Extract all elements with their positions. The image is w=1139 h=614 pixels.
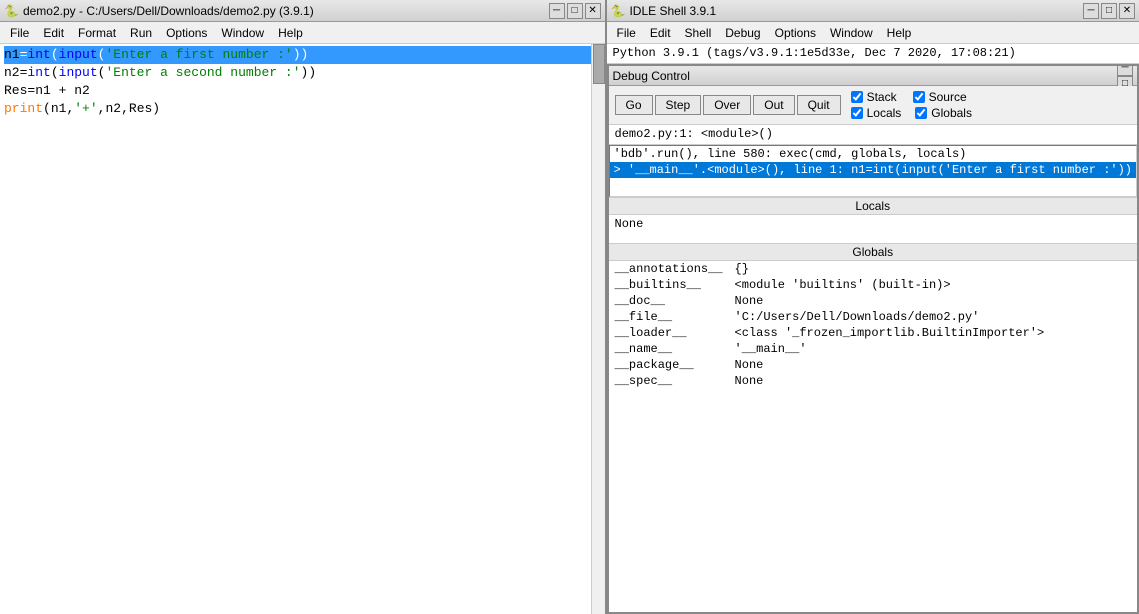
globals-value-2: None	[729, 293, 1137, 309]
globals-value-0: {}	[729, 261, 1137, 277]
globals-row-4: __loader__<class '_frozen_importlib.Buil…	[609, 325, 1137, 341]
globals-row-2: __doc__None	[609, 293, 1137, 309]
python-version-text: Python 3.9.1 (tags/v3.9.1:1e5d33e, Dec 7…	[613, 46, 1016, 60]
callstack-area[interactable]: 'bdb'.run(), line 580: exec(cmd, globals…	[609, 145, 1137, 197]
globals-value-5: '__main__'	[729, 341, 1137, 357]
debug-quit-btn[interactable]: Quit	[797, 95, 841, 115]
menu-help[interactable]: Help	[272, 24, 309, 42]
globals-value-7: None	[729, 373, 1137, 389]
globals-key-4: __loader__	[609, 325, 729, 341]
callstack-item-1[interactable]: 'bdb'.run(), line 580: exec(cmd, globals…	[610, 146, 1136, 162]
stack-label: Stack	[867, 90, 897, 104]
menu-file[interactable]: File	[4, 24, 35, 42]
globals-value-1: <module 'builtins' (built-in)>	[729, 277, 1137, 293]
editor-minimize-btn[interactable]: ─	[549, 3, 565, 19]
debug-out-btn[interactable]: Out	[753, 95, 794, 115]
debug-checkboxes: Stack Source Locals Globals	[851, 90, 972, 120]
globals-row-6: __package__None	[609, 357, 1137, 373]
code-line-2: n2=int(input('Enter a second number :'))	[4, 64, 601, 82]
debug-location: demo2.py:1: <module>()	[609, 125, 1137, 145]
globals-row-7: __spec__None	[609, 373, 1137, 389]
debug-title-bar: Debug Control ─ □	[609, 66, 1137, 86]
stack-checkbox[interactable]	[851, 91, 863, 103]
editor-menu-bar: File Edit Format Run Options Window Help	[0, 22, 605, 44]
editor-panel: 🐍 demo2.py - C:/Users/Dell/Downloads/dem…	[0, 0, 607, 614]
globals-value-3: 'C:/Users/Dell/Downloads/demo2.py'	[729, 309, 1137, 325]
editor-title-bar: 🐍 demo2.py - C:/Users/Dell/Downloads/dem…	[0, 0, 605, 22]
callstack-item-2[interactable]: > '__main__'.<module>(), line 1: n1=int(…	[610, 162, 1136, 178]
shell-menu-bar: File Edit Shell Debug Options Window Hel…	[607, 22, 1139, 44]
shell-icon: 🐍	[611, 4, 626, 18]
globals-table: __annotations__{}__builtins__<module 'bu…	[609, 261, 1137, 389]
debug-go-btn[interactable]: Go	[615, 95, 653, 115]
globals-key-3: __file__	[609, 309, 729, 325]
debug-title: Debug Control	[613, 69, 690, 83]
scrollbar-thumb[interactable]	[593, 44, 605, 84]
debug-over-btn[interactable]: Over	[703, 95, 751, 115]
globals-checkbox[interactable]	[915, 107, 927, 119]
globals-row-3: __file__'C:/Users/Dell/Downloads/demo2.p…	[609, 309, 1137, 325]
editor-close-btn[interactable]: ✕	[585, 3, 601, 19]
right-panel: 🐍 IDLE Shell 3.9.1 ─ □ ✕ File Edit Shell…	[607, 0, 1139, 614]
source-checkbox[interactable]	[913, 91, 925, 103]
globals-row-1: __builtins__<module 'builtins' (built-in…	[609, 277, 1137, 293]
globals-key-6: __package__	[609, 357, 729, 373]
python-version-bar: Python 3.9.1 (tags/v3.9.1:1e5d33e, Dec 7…	[607, 44, 1139, 64]
debug-window: Debug Control ─ □ Go Step Over Out Quit	[607, 64, 1139, 614]
debug-minimize-btn[interactable]: ─	[1117, 64, 1133, 76]
code-line-1: n1=int(input('Enter a first number :'))	[4, 46, 601, 64]
editor-scrollbar[interactable]	[591, 44, 605, 614]
globals-value-6: None	[729, 357, 1137, 373]
shell-menu-file[interactable]: File	[611, 24, 642, 42]
menu-run[interactable]: Run	[124, 24, 158, 42]
editor-content[interactable]: n1=int(input('Enter a first number :')) …	[0, 44, 605, 614]
menu-format[interactable]: Format	[72, 24, 122, 42]
stack-checkbox-row: Stack Source	[851, 90, 972, 104]
editor-maximize-btn[interactable]: □	[567, 3, 583, 19]
debug-controls-row: Go Step Over Out Quit Stack Source	[609, 86, 1137, 125]
debug-step-btn[interactable]: Step	[655, 95, 702, 115]
locals-area[interactable]: None	[609, 215, 1137, 243]
globals-key-5: __name__	[609, 341, 729, 357]
locals-section-header: Locals	[609, 197, 1137, 215]
code-line-3: Res=n1 + n2	[4, 82, 601, 100]
shell-menu-edit[interactable]: Edit	[644, 24, 677, 42]
shell-close-btn[interactable]: ✕	[1119, 3, 1135, 19]
globals-key-7: __spec__	[609, 373, 729, 389]
shell-title: IDLE Shell 3.9.1	[629, 4, 716, 18]
shell-menu-debug[interactable]: Debug	[719, 24, 766, 42]
shell-minimize-btn[interactable]: ─	[1083, 3, 1099, 19]
shell-menu-shell[interactable]: Shell	[679, 24, 718, 42]
menu-options[interactable]: Options	[160, 24, 213, 42]
locals-value: None	[609, 215, 1137, 233]
globals-key-2: __doc__	[609, 293, 729, 309]
globals-label-cb: Globals	[931, 106, 972, 120]
shell-menu-window[interactable]: Window	[824, 24, 879, 42]
globals-key-1: __builtins__	[609, 277, 729, 293]
shell-title-bar: 🐍 IDLE Shell 3.9.1 ─ □ ✕	[607, 0, 1139, 22]
menu-edit[interactable]: Edit	[37, 24, 70, 42]
source-label: Source	[929, 90, 967, 104]
globals-area[interactable]: __annotations__{}__builtins__<module 'bu…	[609, 261, 1137, 612]
globals-row-0: __annotations__{}	[609, 261, 1137, 277]
shell-menu-help[interactable]: Help	[881, 24, 918, 42]
menu-window[interactable]: Window	[215, 24, 270, 42]
globals-value-4: <class '_frozen_importlib.BuiltinImporte…	[729, 325, 1137, 341]
globals-section-header: Globals	[609, 243, 1137, 261]
globals-key-0: __annotations__	[609, 261, 729, 277]
debug-location-text: demo2.py:1: <module>()	[615, 127, 773, 141]
editor-icon: 🐍	[4, 4, 19, 18]
code-line-4: print(n1,'+',n2,Res)	[4, 100, 601, 118]
shell-menu-options[interactable]: Options	[769, 24, 822, 42]
locals-label-cb: Locals	[867, 106, 902, 120]
locals-checkbox[interactable]	[851, 107, 863, 119]
globals-row-5: __name__'__main__'	[609, 341, 1137, 357]
locals-checkbox-row: Locals Globals	[851, 106, 972, 120]
editor-title: demo2.py - C:/Users/Dell/Downloads/demo2…	[23, 4, 314, 18]
shell-maximize-btn[interactable]: □	[1101, 3, 1117, 19]
code-lines: n1=int(input('Enter a first number :')) …	[0, 44, 605, 614]
